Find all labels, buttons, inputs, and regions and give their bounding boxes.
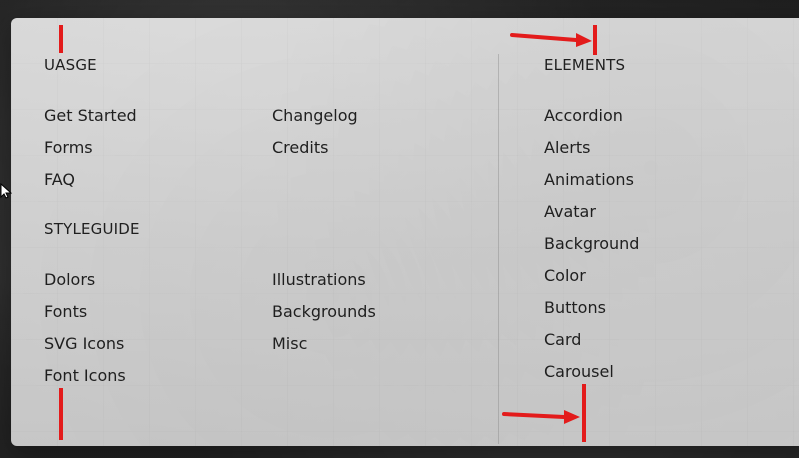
menu-item-buttons[interactable]: Buttons (544, 298, 606, 317)
menu-item-svg-icons[interactable]: SVG Icons (44, 334, 124, 353)
menu-item-background[interactable]: Background (544, 234, 639, 253)
menu-item-carousel[interactable]: Carousel (544, 362, 614, 381)
section-title-styleguide: STYLEGUIDE (44, 220, 140, 238)
section-title-elements: ELEMENTS (544, 56, 626, 74)
menu-item-get-started[interactable]: Get Started (44, 106, 137, 125)
menu-item-misc[interactable]: Misc (272, 334, 307, 353)
menu-item-fonts[interactable]: Fonts (44, 302, 87, 321)
menu-item-accordion[interactable]: Accordion (544, 106, 623, 125)
menu-item-dolors[interactable]: Dolors (44, 270, 95, 289)
menu-item-illustrations[interactable]: Illustrations (272, 270, 366, 289)
menu-item-alerts[interactable]: Alerts (544, 138, 590, 157)
menu-item-font-icons[interactable]: Font Icons (44, 366, 126, 385)
menu-item-forms[interactable]: Forms (44, 138, 93, 157)
menu-item-credits[interactable]: Credits (272, 138, 328, 157)
menu-divider (498, 54, 499, 444)
menu-item-avatar[interactable]: Avatar (544, 202, 596, 221)
menu-item-animations[interactable]: Animations (544, 170, 634, 189)
mega-menu-panel: UASGE Get Started Forms FAQ Changelog Cr… (11, 18, 799, 446)
menu-item-changelog[interactable]: Changelog (272, 106, 358, 125)
menu-item-faq[interactable]: FAQ (44, 170, 75, 189)
section-title-usage: UASGE (44, 56, 97, 74)
menu-item-card[interactable]: Card (544, 330, 581, 349)
menu-item-color[interactable]: Color (544, 266, 586, 285)
menu-item-backgrounds[interactable]: Backgrounds (272, 302, 376, 321)
